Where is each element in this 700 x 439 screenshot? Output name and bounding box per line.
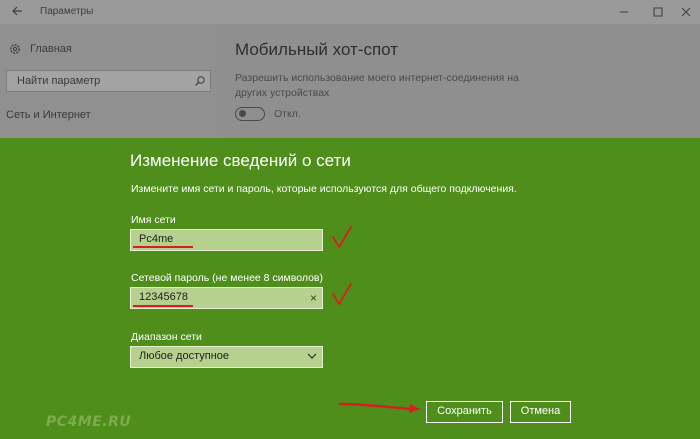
network-name-value: Pc4me [139,233,174,245]
red-arrow-annotation [338,402,420,413]
back-arrow-icon[interactable] [10,4,24,18]
close-icon[interactable] [679,5,693,19]
red-checkmark-icon [332,226,352,248]
search-icon[interactable] [194,75,206,87]
network-name-label: Имя сети [131,214,176,226]
toggle-knob [239,110,246,117]
page-title: Мобильный хот-спот [235,40,399,59]
hotspot-description: Разрешить использование моего интернет-с… [235,72,519,99]
network-band-select[interactable]: Любое доступное [130,346,323,368]
maximize-icon[interactable] [651,5,665,19]
red-underline-annotation [133,246,193,248]
minimize-icon[interactable] [617,5,631,19]
red-underline-annotation [133,305,193,307]
password-label: Сетевой пароль (не менее 8 символов) [131,272,323,284]
hotspot-toggle[interactable] [235,107,265,121]
network-band-label: Диапазон сети [131,331,202,343]
gear-icon [10,44,20,54]
sidebar-item-home[interactable]: Главная [8,42,72,56]
sidebar-category-network: Сеть и Интернет [6,109,91,121]
clear-icon[interactable]: × [310,291,317,305]
toggle-state-label: Откл. [274,108,301,120]
site-watermark: PC4ME.RU [46,414,132,430]
save-button[interactable]: Сохранить [426,401,503,423]
title-bar: Параметры [0,0,700,24]
red-checkmark-icon [332,283,352,305]
chevron-down-icon [307,353,317,359]
password-value: 12345678 [139,291,188,303]
settings-search-input[interactable]: Найти параметр [6,70,211,92]
band-selected-value: Любое доступное [139,350,230,362]
dialog-description: Измените имя сети и пароль, которые испо… [131,183,517,195]
window-title: Параметры [40,6,94,17]
cancel-button[interactable]: Отмена [510,401,571,423]
sidebar-home-label: Главная [30,43,72,55]
dialog-title: Изменение сведений о сети [130,151,351,170]
search-placeholder: Найти параметр [17,75,101,87]
